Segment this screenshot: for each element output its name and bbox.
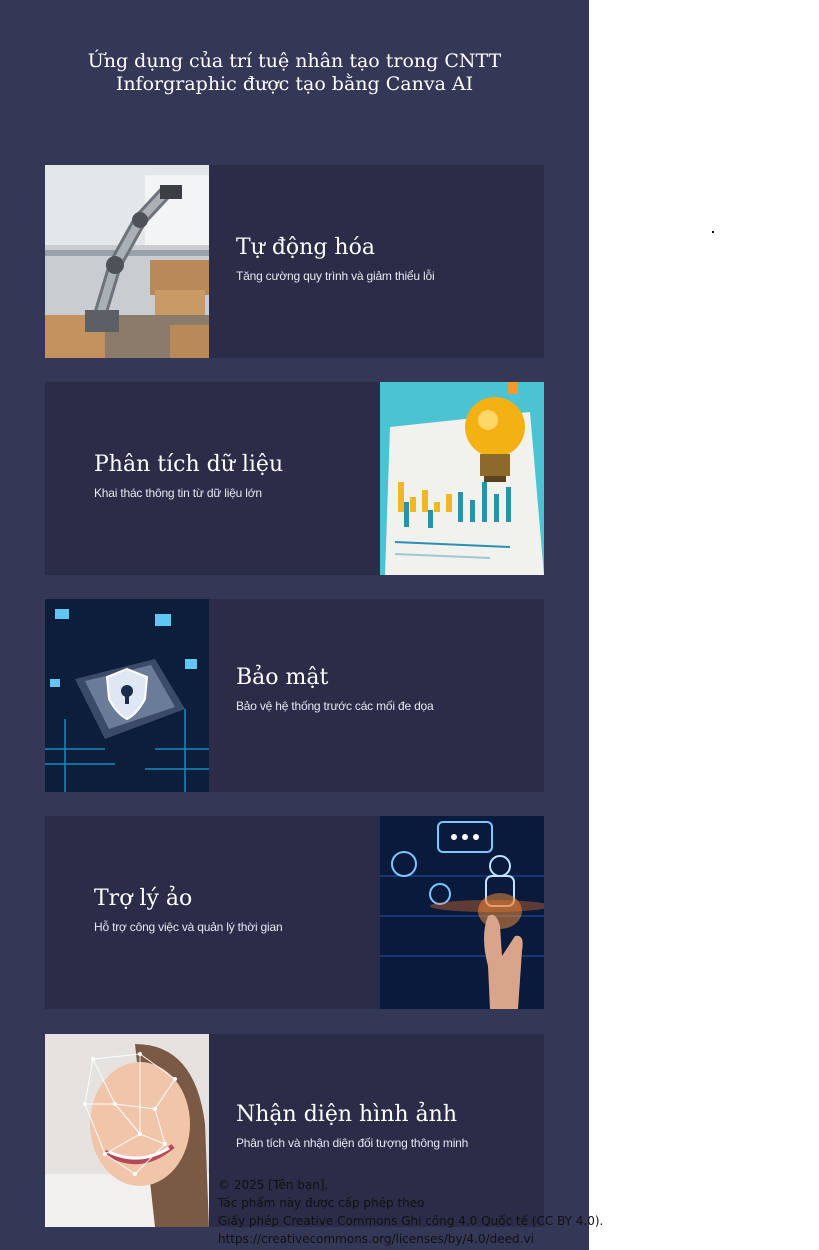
robot-assistant-icon — [380, 816, 544, 1009]
security-image — [45, 599, 209, 792]
card-text: Nhận diện hình ảnh Phân tích và nhận diệ… — [236, 1102, 468, 1151]
card-automation: Tự động hóa Tăng cường quy trình và giảm… — [45, 165, 544, 358]
title-line-1: Ứng dụng của trí tuệ nhân tạo trong CNTT — [87, 50, 502, 72]
card-title: Tự động hóa — [236, 235, 375, 260]
card-security: Bảo mật Bảo vệ hệ thống trước các mối đe… — [45, 599, 544, 792]
card-title: Phân tích dữ liệu — [94, 452, 284, 477]
card-text: Bảo mật Bảo vệ hệ thống trước các mối đe… — [236, 665, 434, 714]
title-line-2: Inforgraphic được tạo bằng Canva AI — [115, 73, 474, 95]
robot-arm-icon — [45, 165, 209, 358]
card-text: Phân tích dữ liệu Khai thác thông tin từ… — [94, 452, 283, 501]
card-subtitle: Bảo vệ hệ thống trước các mối đe dọa — [236, 699, 434, 713]
card-virtual-assistant: Trợ lý ảo Hỗ trợ công việc và quản lý th… — [45, 816, 544, 1009]
card-title: Trợ lý ảo — [94, 886, 193, 911]
card-title: Nhận diện hình ảnh — [236, 1102, 457, 1127]
shield-icon — [45, 599, 209, 792]
card-title: Bảo mật — [236, 665, 329, 690]
card-subtitle: Hỗ trợ công việc và quản lý thời gian — [94, 920, 283, 934]
copyright-line: © 2025 [Tên bạn]. — [218, 1178, 329, 1192]
card-text: Trợ lý ảo Hỗ trợ công việc và quản lý th… — [94, 886, 283, 935]
card-text: Tự động hóa Tăng cường quy trình và giảm… — [236, 235, 435, 284]
infographic-panel: Ứng dụng của trí tuệ nhân tạo trong CNTT… — [0, 0, 589, 1250]
card-subtitle: Tăng cường quy trình và giảm thiểu lỗi — [236, 269, 435, 283]
page-title: Ứng dụng của trí tuệ nhân tạo trong CNTT… — [0, 50, 589, 96]
card-data-analysis: Phân tích dữ liệu Khai thác thông tin từ… — [45, 382, 544, 575]
robot-arm-image — [45, 165, 209, 358]
license-name: Giấy phép Creative Commons Ghi công 4.0 … — [218, 1214, 604, 1228]
stray-dot — [712, 231, 714, 233]
license-line: Tác phẩm này được cấp phép theo — [218, 1196, 425, 1210]
lightbulb-chart-icon — [380, 382, 544, 575]
data-analysis-image — [380, 382, 544, 575]
image-recognition-image — [45, 1034, 209, 1227]
card-subtitle: Khai thác thông tin từ dữ liệu lớn — [94, 486, 262, 500]
license-notice: © 2025 [Tên bạn]. Tác phẩm này được cấp … — [218, 1176, 603, 1248]
license-url: https://creativecommons.org/licenses/by/… — [218, 1232, 534, 1246]
virtual-assistant-image — [380, 816, 544, 1009]
card-subtitle: Phân tích và nhận diện đối tượng thông m… — [236, 1136, 469, 1150]
face-recognition-icon — [45, 1034, 209, 1227]
